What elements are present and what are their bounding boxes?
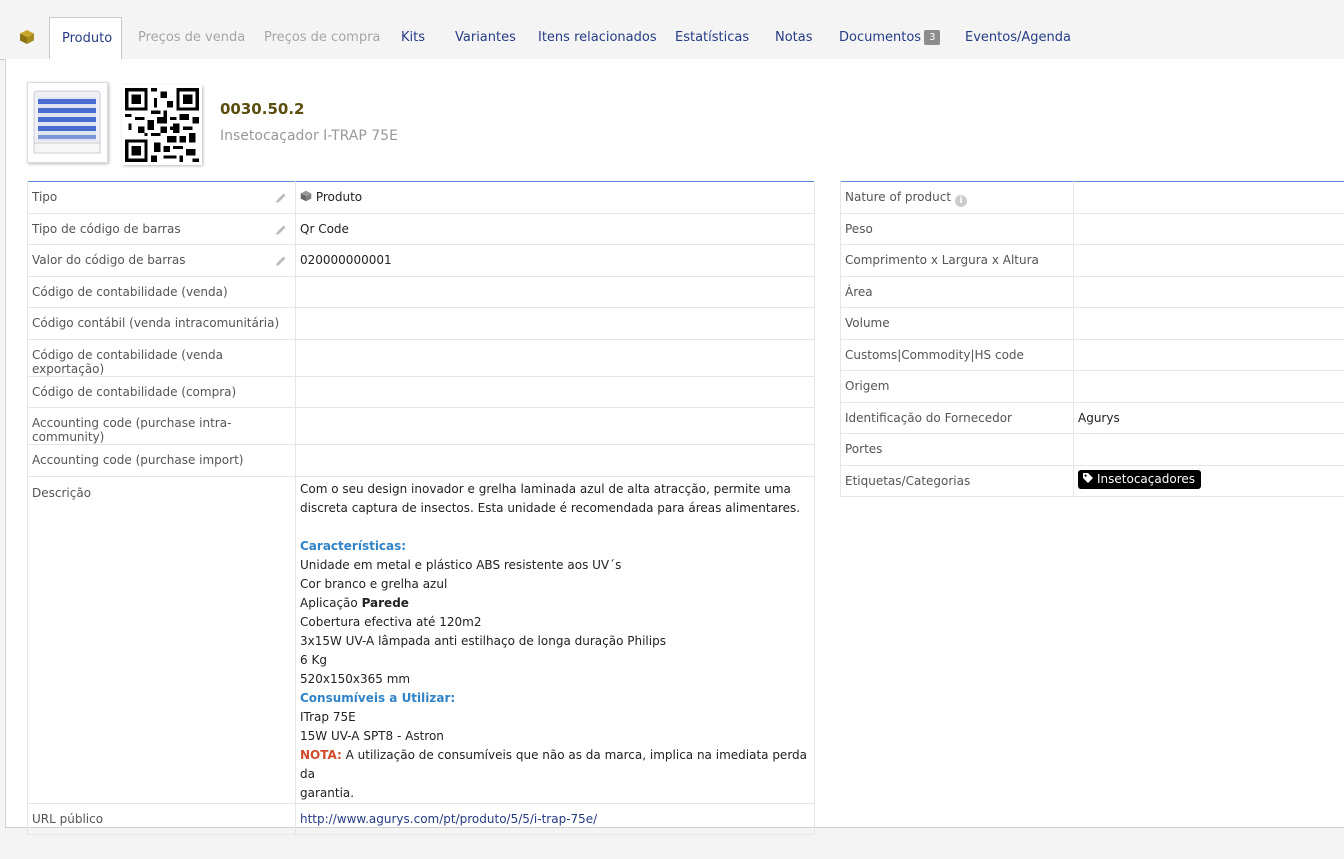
description-line: discreta captura de insectos. Esta unida… <box>300 500 801 515</box>
field-label: Descrição <box>32 485 92 500</box>
note-text: A utilização de consumíveis que não as d… <box>300 747 808 781</box>
description-line: 15W UV-A SPT8 - Astron <box>300 728 444 743</box>
field-label: URL público <box>32 811 104 826</box>
cube-icon <box>300 190 312 202</box>
tab-kits[interactable]: Kits <box>389 17 437 60</box>
field-label: Etiquetas/Categorias <box>845 473 971 488</box>
tab-variantes[interactable]: Variantes <box>443 17 528 60</box>
description-line: Cor branco e grelha azul <box>300 576 448 591</box>
note-label: NOTA: <box>300 747 342 762</box>
description-text-part: Aplicação <box>300 595 362 610</box>
tab-produto[interactable]: Produto <box>49 17 122 60</box>
tab-notas[interactable]: Notas <box>763 17 825 60</box>
field-label: Código contábil (venda intracomunitária) <box>32 316 280 330</box>
tab-precos-venda[interactable]: Preços de venda <box>126 17 257 60</box>
table-row: Descrição Com o seu design inovador e gr… <box>27 476 815 804</box>
product-label: Insetocaçador I-TRAP 75E <box>220 128 398 144</box>
tab-documentos[interactable]: Documentos 3 <box>827 17 952 60</box>
table-row: Tipo Produto <box>27 181 815 214</box>
field-label: Código de contabilidade (venda) <box>32 284 228 299</box>
table-row: Origem <box>840 370 1344 403</box>
tab-documentos-label: Documentos <box>839 30 922 45</box>
description-line: Com o seu design inovador e grelha lamin… <box>300 481 791 496</box>
product-ref: 0030.50.2 <box>220 100 305 118</box>
table-row: Accounting code (purchase import) <box>27 444 815 477</box>
field-label: Valor do código de barras <box>32 253 186 267</box>
field-label: Tipo de código de barras <box>32 221 181 236</box>
features-heading: Características: <box>300 538 407 553</box>
field-value: 020000000001 <box>300 253 392 267</box>
table-row: Código de contabilidade (compra) <box>27 376 815 408</box>
description-line: 520x150x365 mm <box>300 671 411 686</box>
field-label: Accounting code (purchase import) <box>32 453 244 467</box>
category-tag-label: Insetocaçadores <box>1097 471 1195 486</box>
product-extra-fields: Nature of product i Peso Comprimento x La… <box>840 181 1344 497</box>
public-url-link[interactable]: http://www.agurys.com/pt/produto/5/5/i-t… <box>300 812 597 826</box>
field-value: Qr Code <box>300 221 349 236</box>
description-bold-part: Parede <box>361 595 409 610</box>
tab-estatisticas[interactable]: Estatísticas <box>663 17 761 60</box>
table-row: Peso <box>840 213 1344 245</box>
table-row: Tipo de código de barras Qr Code <box>27 213 815 245</box>
info-icon[interactable]: i <box>955 195 968 207</box>
field-label: Comprimento x Largura x Altura <box>845 253 1039 267</box>
field-label: Peso <box>845 221 873 236</box>
tag-icon <box>1083 472 1093 483</box>
table-row: Etiquetas/Categorias Insetocaçadores <box>840 465 1344 497</box>
table-row: Customs|Commodity|HS code <box>840 339 1344 371</box>
qr-code-icon <box>122 85 202 165</box>
description-line: ITrap 75E <box>300 709 356 724</box>
description-line: garantia. <box>300 785 355 800</box>
tab-eventos-agenda[interactable]: Eventos/Agenda <box>953 17 1083 60</box>
table-row: Código contábil (venda intracomunitária) <box>27 307 815 340</box>
documents-count-badge: 3 <box>924 30 941 45</box>
table-row: Área <box>840 276 1344 308</box>
supplier-value: Agurys <box>1078 410 1120 425</box>
product-main-fields: Tipo Produto Tipo de código de barras Qr… <box>27 181 815 835</box>
field-label: Tipo <box>32 190 58 204</box>
table-row: URL público http://www.agurys.com/pt/pro… <box>27 803 815 835</box>
description-line: Aplicação Parede <box>300 594 810 613</box>
table-row: Volume <box>840 307 1344 340</box>
field-label: Código de contabilidade (compra) <box>32 384 237 399</box>
description-line: Cobertura efectiva até 120m2 <box>300 614 482 629</box>
pencil-icon[interactable] <box>275 255 287 267</box>
table-row: Nature of product i <box>840 181 1344 214</box>
tab-itens-relacionados[interactable]: Itens relacionados <box>526 17 669 60</box>
field-label: Área <box>845 284 873 299</box>
pencil-icon[interactable] <box>275 192 287 204</box>
description-line: NOTA: A utilização de consumíveis que nã… <box>300 746 810 784</box>
description-line: 6 Kg <box>300 652 327 667</box>
pencil-icon[interactable] <box>275 224 287 236</box>
field-label: Origem <box>845 379 890 393</box>
field-label: Código de contabilidade (venda exportaçã… <box>32 347 224 376</box>
tab-precos-compra[interactable]: Preços de compra <box>252 17 392 60</box>
field-label: Volume <box>845 316 890 330</box>
insect-trap-image <box>33 90 101 154</box>
field-label: Nature of product <box>845 190 952 204</box>
description-text: Com o seu design inovador e grelha lamin… <box>295 476 815 804</box>
tab-bar: Produto Preços de venda Preços de compra… <box>0 0 1344 60</box>
category-tag[interactable]: Insetocaçadores <box>1078 469 1201 489</box>
field-label: Identificação do Fornecedor <box>845 410 1012 425</box>
table-row: Comprimento x Largura x Altura <box>840 244 1344 277</box>
field-label: Customs|Commodity|HS code <box>845 347 1024 362</box>
table-row: Valor do código de barras 020000000001 <box>27 244 815 277</box>
qr-code <box>122 85 202 165</box>
product-photo[interactable] <box>27 82 108 163</box>
consumables-heading: Consumíveis a Utilizar: <box>300 690 456 705</box>
field-label: Portes <box>845 442 883 456</box>
table-row: Código de contabilidade (venda exportaçã… <box>27 339 815 377</box>
field-value: Produto <box>315 190 363 204</box>
table-row: Accounting code (purchase intra-communit… <box>27 407 815 445</box>
cube-icon <box>20 30 34 44</box>
table-row: Código de contabilidade (venda) <box>27 276 815 308</box>
table-row: Identificação do Fornecedor Agurys <box>840 402 1344 434</box>
description-line: 3x15W UV-A lâmpada anti estilhaço de lon… <box>300 633 666 648</box>
table-row: Portes <box>840 433 1344 466</box>
field-label: Accounting code (purchase intra-communit… <box>32 416 232 444</box>
description-line: Unidade em metal e plástico ABS resisten… <box>300 557 622 572</box>
